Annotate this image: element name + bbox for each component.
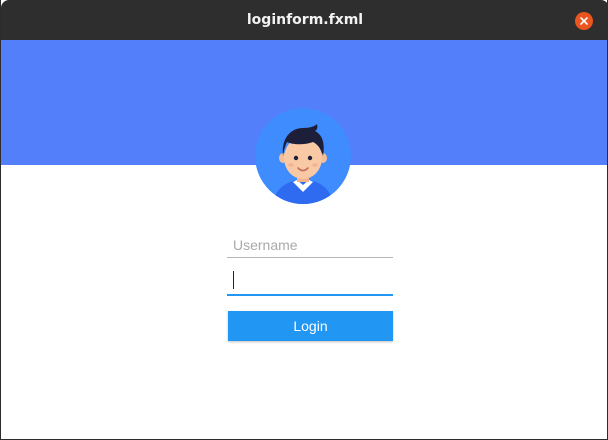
login-button[interactable]: Login	[228, 311, 393, 341]
password-field[interactable]	[227, 267, 393, 296]
app-window: loginform.fxml Username Login	[0, 0, 608, 440]
avatar	[255, 108, 351, 204]
title-bar[interactable]: loginform.fxml	[1, 0, 608, 40]
close-button[interactable]	[575, 12, 593, 30]
text-caret	[233, 271, 234, 289]
close-icon	[580, 17, 588, 25]
user-avatar-icon	[255, 108, 351, 204]
window-title: loginform.fxml	[246, 12, 364, 28]
username-field[interactable]	[227, 232, 393, 258]
